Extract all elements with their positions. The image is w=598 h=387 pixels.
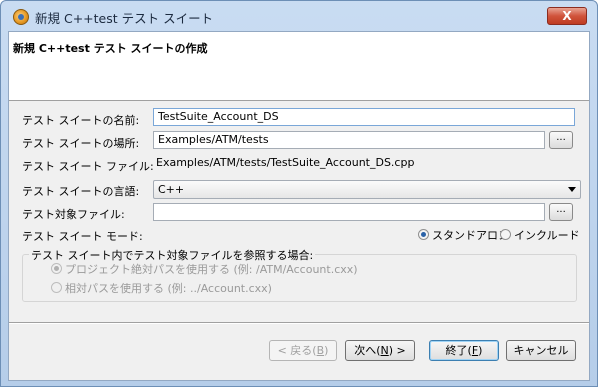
absolute-path-label: プロジェクト絶対パスを使用する (例: /ATM/Account.cxx) (65, 263, 358, 276)
suite-name-input[interactable]: TestSuite_Account_DS (153, 108, 575, 126)
suite-name-label: テスト スイートの名前: (22, 114, 140, 127)
mode-standalone-radio[interactable] (418, 229, 429, 240)
button-bar-divider (9, 322, 589, 324)
relative-path-label: 相対パスを使用する (例: ../Account.cxx) (65, 282, 272, 295)
cancel-button[interactable]: キャンセル (506, 340, 576, 361)
mode-standalone-label[interactable]: スタンドアロン (432, 227, 509, 243)
suite-mode-label: テスト スイート モード: (22, 230, 143, 243)
suite-location-label: テスト スイートの場所: (22, 137, 140, 150)
mode-include-radio[interactable] (500, 229, 511, 240)
dialog-body: 新規 C++test テスト スイートの作成 テスト スイートの名前: Test… (8, 31, 590, 381)
close-button[interactable]: X (547, 7, 587, 25)
suite-file-label: テスト スイート ファイル: (22, 160, 154, 173)
target-file-label: テスト対象ファイル: (22, 208, 125, 221)
dialog-window: 新規 C++test テスト スイート X 新規 C++test テスト スイー… (0, 0, 598, 387)
window-title: 新規 C++test テスト スイート (35, 11, 214, 26)
back-button[interactable]: < 戻る(B) (269, 340, 337, 361)
language-select[interactable]: C++ (153, 180, 581, 199)
target-file-input[interactable] (153, 203, 545, 221)
chevron-down-icon (568, 187, 576, 192)
app-logo-icon (13, 9, 29, 25)
wizard-header: 新規 C++test テスト スイートの作成 (9, 32, 589, 101)
mode-include-label[interactable]: インクルード (514, 227, 580, 243)
relative-path-radio[interactable] (51, 282, 62, 293)
suite-file-value: Examples/ATM/tests/TestSuite_Account_DS.… (153, 154, 575, 172)
next-button[interactable]: 次へ(N) > (345, 340, 415, 361)
title-bar: 新規 C++test テスト スイート X (1, 1, 597, 31)
suite-language-label: テスト スイートの言語: (22, 185, 140, 198)
location-browse-button[interactable]: ... (549, 131, 573, 149)
finish-button[interactable]: 終了(F) (429, 340, 499, 361)
page-title: 新規 C++test テスト スイートの作成 (13, 42, 208, 55)
target-browse-button[interactable]: ... (549, 203, 573, 221)
absolute-path-radio[interactable] (51, 263, 62, 274)
language-select-value: C++ (158, 183, 185, 196)
suite-location-input[interactable]: Examples/ATM/tests (153, 131, 545, 149)
